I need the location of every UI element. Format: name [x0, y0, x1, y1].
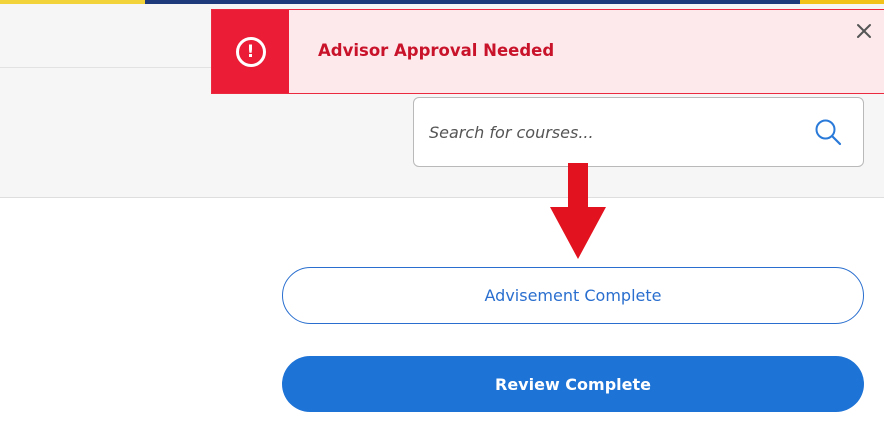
course-search-box [413, 97, 864, 167]
search-input[interactable] [414, 98, 794, 166]
search-icon[interactable] [813, 117, 843, 147]
down-arrow-icon [550, 163, 606, 259]
advisor-approval-alert: ! Advisor Approval Needed [211, 9, 884, 94]
close-icon[interactable] [852, 19, 876, 43]
alert-icon-box: ! [212, 10, 289, 93]
advisement-complete-button[interactable]: Advisement Complete [282, 267, 864, 324]
alert-title: Advisor Approval Needed [318, 41, 555, 60]
exclamation-circle-icon: ! [235, 36, 266, 67]
review-complete-button[interactable]: Review Complete [282, 356, 864, 412]
